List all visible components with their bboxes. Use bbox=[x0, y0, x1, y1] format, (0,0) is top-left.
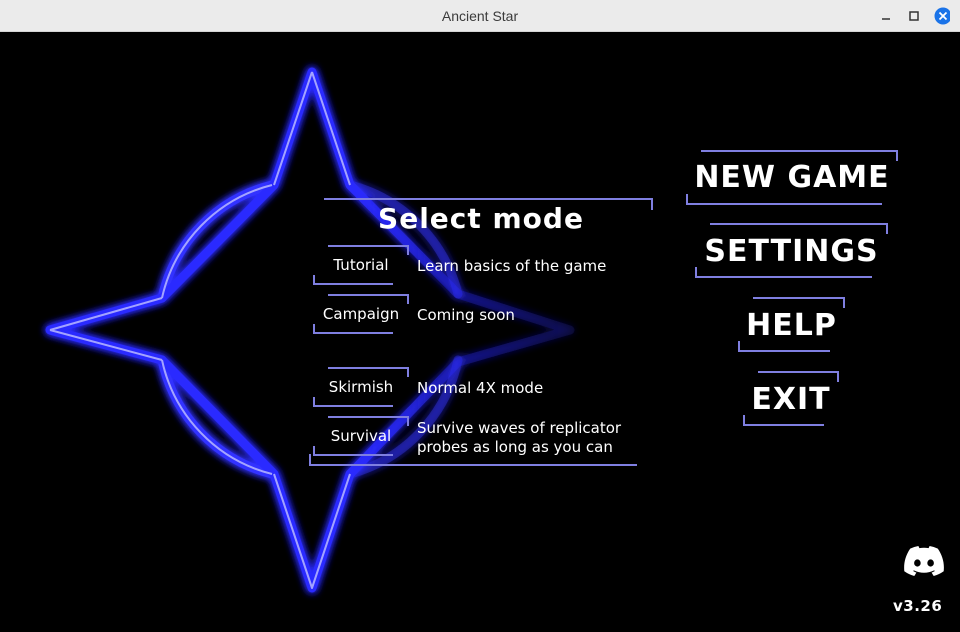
minimize-icon[interactable] bbox=[878, 8, 894, 24]
frame-corner bbox=[328, 294, 409, 304]
panel-frame-bottom bbox=[309, 454, 637, 466]
version-label: v3.26 bbox=[893, 597, 943, 615]
close-icon[interactable] bbox=[934, 7, 950, 25]
help-button[interactable]: HELP bbox=[738, 297, 845, 353]
skirmish-description: Normal 4X mode bbox=[417, 379, 544, 397]
window-title: Ancient Star bbox=[441, 8, 519, 24]
frame-corner bbox=[710, 223, 888, 234]
frame-corner bbox=[328, 245, 409, 255]
help-label: HELP bbox=[746, 308, 837, 343]
frame-corner bbox=[328, 416, 409, 426]
campaign-label: Campaign bbox=[322, 305, 400, 323]
settings-button[interactable]: SETTINGS bbox=[695, 223, 888, 279]
frame-corner bbox=[695, 267, 872, 278]
frame-corner bbox=[753, 297, 845, 308]
frame-corner bbox=[313, 397, 393, 407]
settings-label: SETTINGS bbox=[704, 234, 879, 269]
survival-description-line1: Survive waves of replicator bbox=[417, 419, 622, 437]
frame-corner bbox=[686, 194, 882, 205]
game-area: Select mode Tutorial Learn basics of the… bbox=[0, 32, 960, 632]
frame-corner bbox=[313, 275, 393, 285]
tutorial-button[interactable]: Tutorial bbox=[313, 245, 409, 285]
select-mode-title: Select mode bbox=[378, 202, 584, 235]
new-game-label: NEW GAME bbox=[694, 160, 890, 195]
window-titlebar: Ancient Star bbox=[0, 0, 960, 32]
new-game-button[interactable]: NEW GAME bbox=[686, 150, 898, 206]
tutorial-description: Learn basics of the game bbox=[417, 257, 607, 275]
frame-corner bbox=[313, 324, 393, 334]
survival-label: Survival bbox=[330, 427, 392, 445]
frame-corner bbox=[743, 415, 824, 426]
skirmish-label: Skirmish bbox=[328, 378, 394, 396]
maximize-icon[interactable] bbox=[906, 8, 922, 24]
exit-button[interactable]: EXIT bbox=[743, 371, 839, 427]
frame-corner bbox=[758, 371, 839, 382]
tutorial-label: Tutorial bbox=[333, 256, 389, 274]
skirmish-button[interactable]: Skirmish bbox=[313, 367, 409, 407]
frame-corner bbox=[738, 341, 830, 352]
discord-icon[interactable] bbox=[904, 546, 944, 576]
survival-button[interactable]: Survival bbox=[313, 416, 409, 456]
exit-label: EXIT bbox=[751, 382, 831, 417]
campaign-description: Coming soon bbox=[417, 306, 515, 324]
frame-corner bbox=[328, 367, 409, 377]
campaign-button[interactable]: Campaign bbox=[313, 294, 409, 334]
